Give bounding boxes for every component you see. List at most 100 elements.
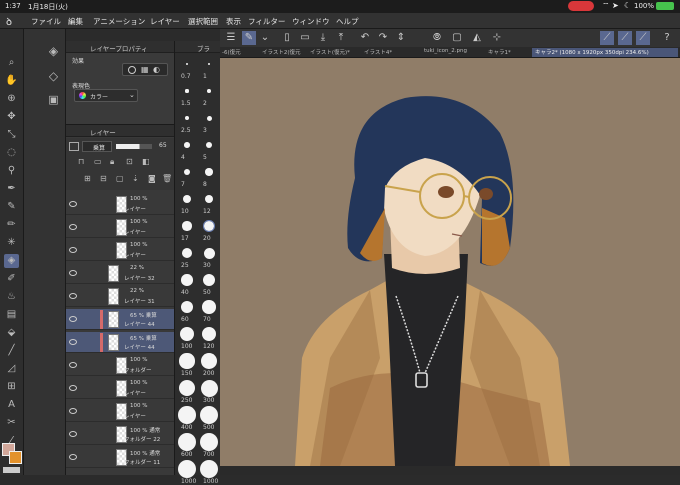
eye-icon[interactable]	[69, 247, 77, 253]
brush-size-label[interactable]: 40	[181, 289, 189, 296]
brush-size-dot[interactable]	[205, 141, 213, 149]
ruler-icon[interactable]: ◿	[4, 362, 19, 376]
brush-size-label[interactable]: 5	[203, 154, 207, 161]
brush-size-dot[interactable]	[178, 433, 196, 451]
merge-icon[interactable]: ⇣	[132, 174, 139, 183]
swap-icon[interactable]: ⇕	[394, 31, 408, 45]
brush-size-dot[interactable]	[186, 63, 188, 65]
menu-filter[interactable]: フィルター	[248, 16, 285, 27]
clear-icon[interactable]: ▢	[450, 31, 464, 45]
brush-size-label[interactable]: 1.5	[181, 100, 191, 107]
ref-icon[interactable]: ▭	[94, 157, 102, 166]
brush-size-label[interactable]: 1	[203, 73, 207, 80]
brush-size-label[interactable]: 7	[181, 181, 185, 188]
brush-size-label[interactable]: 70	[203, 316, 211, 323]
line-icon[interactable]: ╱	[4, 344, 19, 358]
layer-row[interactable]: 22 % レイヤー 31	[66, 286, 174, 307]
zoom-tool-icon[interactable]: ⊕	[4, 92, 19, 106]
help-icon[interactable]: ?	[660, 31, 674, 45]
mask-icon[interactable]: ◧	[142, 157, 150, 166]
brush-size-label[interactable]: 20	[203, 235, 211, 242]
brush-size-label[interactable]: 12	[203, 208, 211, 215]
layer-row[interactable]: 65 % 乗算 レイヤー 44	[66, 332, 174, 353]
brush-size-dot[interactable]	[206, 115, 212, 121]
blend-icon[interactable]: ♨	[4, 290, 19, 304]
menu-layer[interactable]: レイヤー	[150, 16, 180, 27]
brush-size-label[interactable]: 60	[181, 316, 189, 323]
eye-icon[interactable]	[69, 385, 77, 391]
brush-size-dot[interactable]	[200, 379, 218, 397]
brush-size-label[interactable]: 700	[203, 451, 214, 458]
brush-size-dot[interactable]	[181, 274, 193, 286]
lasso-icon[interactable]: ◌	[4, 146, 19, 160]
redo-icon[interactable]: ↷	[376, 31, 390, 45]
export-icon[interactable]: ⤒	[334, 31, 348, 45]
brush-size-dot[interactable]	[179, 353, 195, 369]
effect-buttons[interactable]: ▦ ◐	[122, 63, 168, 76]
brush-size-dot[interactable]	[178, 406, 196, 424]
brush-size-label[interactable]: 4	[181, 154, 185, 161]
tab-document-5[interactable]: tuki_icon_2.png	[424, 48, 482, 57]
brush-size-dot[interactable]	[207, 89, 211, 93]
pen-icon[interactable]: ✎	[4, 200, 19, 214]
brush-size-label[interactable]: 3	[203, 127, 207, 134]
clip-studio-logo-icon[interactable]: ꝺ	[6, 14, 12, 28]
brush-size-label[interactable]: 50	[203, 289, 211, 296]
brush-size-label[interactable]: 250	[181, 397, 192, 404]
menu-icon[interactable]: ☰	[224, 31, 238, 45]
fill-icon[interactable]: ⬙	[4, 326, 19, 340]
canvas-scrollbar[interactable]	[220, 466, 680, 475]
brush-size-label[interactable]: 400	[181, 424, 192, 431]
brush-size-label[interactable]: 10	[181, 208, 189, 215]
menu-selection[interactable]: 選択範囲	[188, 16, 218, 27]
menu-help[interactable]: ヘルプ	[336, 16, 359, 27]
brush-size-label[interactable]: 600	[181, 451, 192, 458]
brush-size-label[interactable]: 2.5	[181, 127, 191, 134]
brush-size-dot[interactable]	[200, 460, 218, 478]
stabilizer-2-icon[interactable]: ⟋	[618, 31, 632, 45]
brush-size-label[interactable]: 17	[181, 235, 189, 242]
border-effect-icon[interactable]	[128, 66, 136, 74]
brush-size-label[interactable]: 30	[203, 262, 211, 269]
brush-size-label[interactable]: 120	[203, 343, 214, 350]
lock-icon[interactable]: 🔒︎	[110, 157, 114, 167]
eye-icon[interactable]	[69, 362, 77, 368]
brush-size-label[interactable]: 200	[203, 370, 214, 377]
layer-row[interactable]: 100 % レイヤー	[66, 194, 174, 215]
chevron-down-icon[interactable]: ⌄	[258, 31, 272, 45]
clip-icon[interactable]: ⊓	[78, 157, 84, 166]
crop-icon[interactable]: ⊹	[490, 31, 504, 45]
brush-size-label[interactable]: 300	[203, 397, 214, 404]
eraser-sub-icon[interactable]: ◈	[46, 44, 61, 58]
layer-row[interactable]: 100 % フォルダー	[66, 355, 174, 376]
menu-window[interactable]: ウィンドウ	[292, 16, 330, 27]
menu-animation[interactable]: アニメーション	[93, 16, 145, 27]
menu-view[interactable]: 表示	[226, 16, 241, 27]
brush-size-dot[interactable]	[204, 194, 214, 204]
brush-size-dot[interactable]	[184, 142, 190, 148]
tab-document-6[interactable]: キャラ1*	[488, 48, 528, 57]
brush-size-label[interactable]: 1000	[181, 478, 196, 485]
eye-icon[interactable]	[69, 316, 77, 322]
layer-row[interactable]: 100 % レイヤー	[66, 378, 174, 399]
brush-size-dot[interactable]	[200, 433, 218, 451]
zoom-icon[interactable]: ⌕	[4, 56, 19, 70]
expression-color-select[interactable]: カラー ⌄	[74, 89, 138, 102]
tab-document-1[interactable]: -6(復元	[222, 48, 258, 57]
brush-size-dot[interactable]	[182, 221, 192, 231]
layer-row[interactable]: 100 % レイヤー	[66, 217, 174, 238]
brush-size-label[interactable]: 150	[181, 370, 192, 377]
gradient-icon[interactable]: ▤	[4, 308, 19, 322]
extract-line-icon[interactable]: ◐	[153, 65, 160, 74]
balloon-icon[interactable]: ✂	[4, 416, 19, 430]
eraser-icon[interactable]: ◈	[4, 254, 19, 268]
operation-icon[interactable]: ⤡	[4, 128, 19, 142]
brush-size-label[interactable]: 1000	[203, 478, 218, 485]
trash-icon[interactable]: 🗑︎	[162, 174, 172, 183]
frame-icon[interactable]: ⊞	[4, 380, 19, 394]
eye-icon[interactable]	[69, 201, 77, 207]
move-icon[interactable]: ✥	[4, 110, 19, 124]
brush-size-dot[interactable]	[178, 379, 196, 397]
brush-size-dot[interactable]	[181, 247, 193, 259]
opacity-slider[interactable]	[116, 144, 152, 149]
